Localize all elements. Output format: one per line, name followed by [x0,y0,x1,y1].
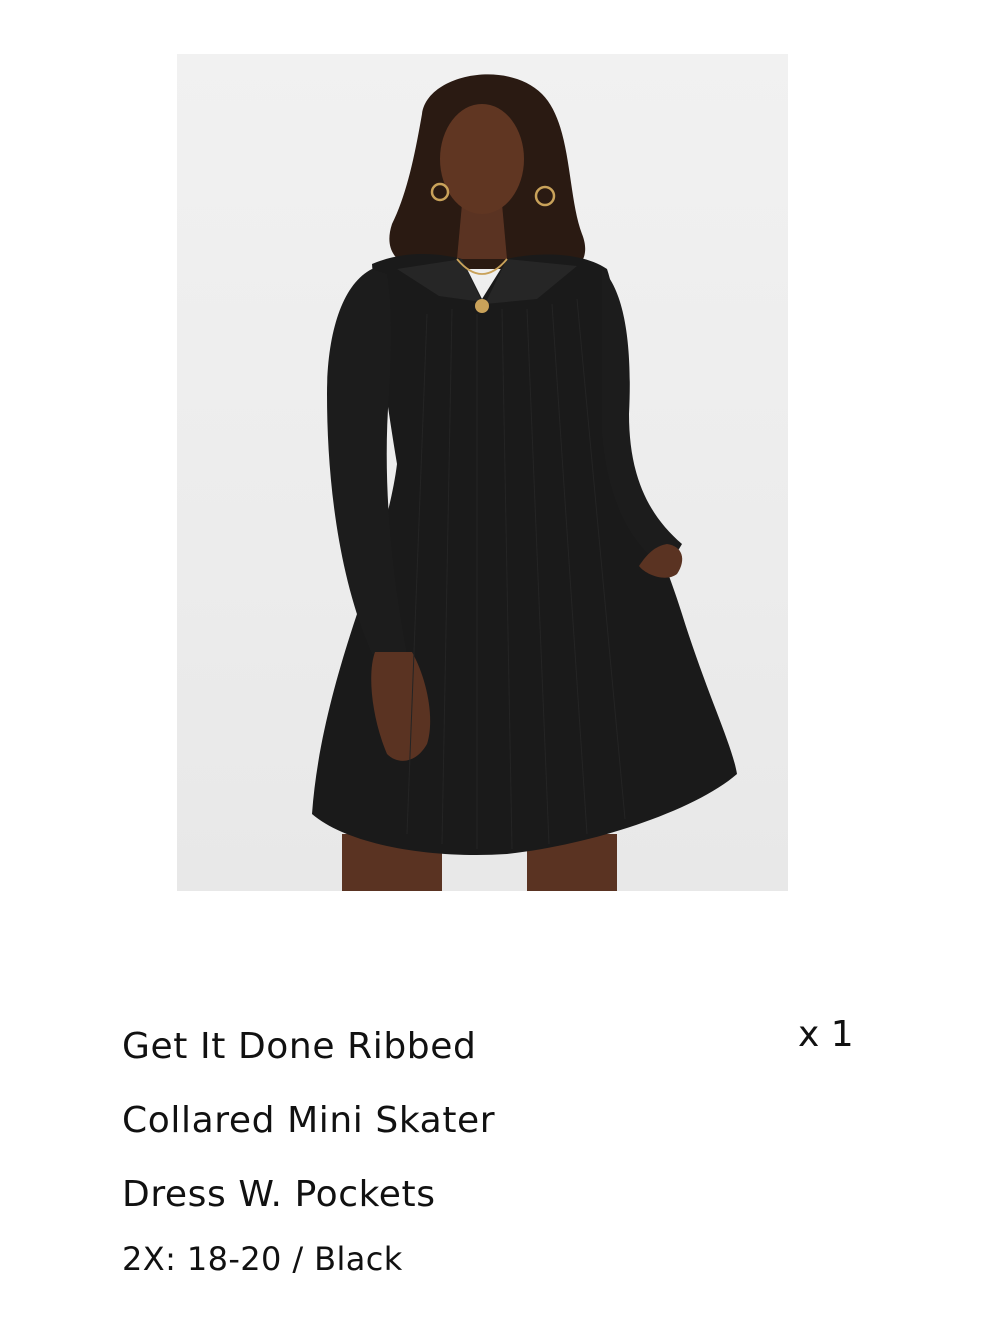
product-image[interactable] [177,54,788,891]
product-title-line-3: Dress W. Pockets [122,1174,436,1215]
product-title-line-2: Collared Mini Skater [122,1100,496,1141]
product-title[interactable]: Get It Done Ribbed Collared Mini Skater … [122,1010,582,1232]
order-item-card: Get It Done Ribbed Collared Mini Skater … [0,0,1000,1333]
quantity-label: x 1 [798,1014,854,1055]
product-title-line-1: Get It Done Ribbed [122,1026,477,1067]
variant-label: 2X: 18-20 / Black [122,1240,403,1278]
dress-model-illustration [312,74,737,891]
